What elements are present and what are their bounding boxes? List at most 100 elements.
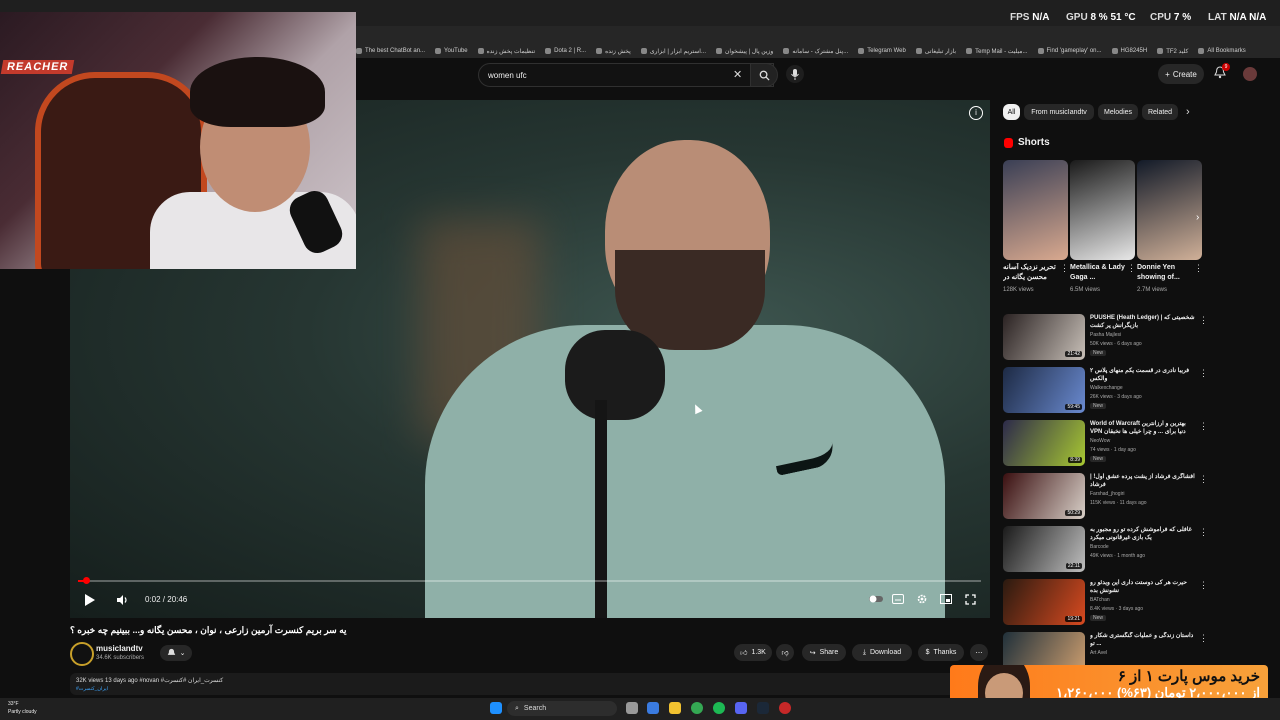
profile-avatar[interactable] [1243,67,1257,81]
progress-scrubber[interactable] [83,577,90,584]
video-hashtag[interactable]: #ایران_کنسرت [76,686,108,692]
video-thumbnail[interactable]: 59:45 [1003,367,1085,413]
steam-icon[interactable] [757,702,769,714]
recommended-video[interactable]: 19:21 حیرت هر کی دوستت داری این ویدئو رو … [1003,579,1208,629]
app-icon[interactable] [779,702,791,714]
short-title[interactable]: Metallica & Lady Gaga ... [1070,263,1125,283]
download-button[interactable]: ⤓ Download [852,644,912,661]
shorts-next-icon[interactable]: › [1196,212,1199,223]
more-options-icon[interactable]: ⋮ [1199,527,1208,538]
video-title-link[interactable]: غافلی که فراموشش کرده تو رو مجبور به یک … [1090,526,1195,542]
discord-icon[interactable] [735,702,747,714]
bookmark-item[interactable]: Dota 2 | R... [545,48,586,54]
bookmark-item[interactable]: وزین پال | پیشخوان [716,48,773,55]
short-thumbnail[interactable] [1003,160,1068,260]
bookmark-item[interactable]: تنظیمات پخش زنده [477,48,535,55]
video-title-link[interactable]: PUUSHE (Heath Ledger) | شخصیتی که بازیگر… [1090,314,1195,330]
notifications-button[interactable]: 9 [1214,63,1230,80]
spotify-icon[interactable] [713,702,725,714]
video-title-link[interactable]: فریبا نادری در قسمت یکم منهای پلاس ۲ وال… [1090,367,1195,383]
video-channel[interactable]: Barcode [1090,544,1109,550]
short-more-icon[interactable]: ⋮ [1194,263,1203,274]
store-icon[interactable] [647,702,659,714]
channel-avatar[interactable] [70,642,94,666]
video-title-link[interactable]: World of Warcraft بهترین و ارزانترین VPN… [1090,420,1195,436]
bookmark-item[interactable]: HG8245H [1111,48,1147,54]
create-button[interactable]: + Create [1158,64,1204,84]
more-options-icon[interactable]: ⋮ [1199,421,1208,432]
short-title[interactable]: تحریر نزدیک آسانه محسن یگانه در [1003,263,1058,283]
bookmark-item[interactable]: All Bookmarks [1198,48,1246,54]
video-thumbnail[interactable]: 8:39 [1003,420,1085,466]
recommended-video[interactable]: 22:11 غافلی که فراموشش کرده تو رو مجبور ب… [1003,526,1208,576]
like-button[interactable]: 👍︎ 1.3K [734,644,772,661]
bookmark-item[interactable]: بازار تبلیغاتی [915,48,956,55]
chrome-icon[interactable] [691,702,703,714]
recommended-video[interactable]: 59:45 فریبا نادری در قسمت یکم منهای پلاس … [1003,367,1208,417]
weather-widget[interactable]: 33°F Partly cloudy [8,700,37,716]
video-thumbnail[interactable]: 19:21 [1003,579,1085,625]
search-box[interactable]: ✕ [478,63,774,87]
taskbar-search[interactable]: ⌕ Search [507,701,617,716]
more-options-icon[interactable]: ⋮ [1199,633,1208,644]
file-explorer-icon[interactable] [669,702,681,714]
video-title-link[interactable]: داستان زندگی و عملیات گنگستری شکار و ...… [1090,632,1195,648]
bookmark-item[interactable]: YouTube [435,48,468,54]
video-channel[interactable]: Pasha Majlesi [1090,332,1121,338]
short-more-icon[interactable]: ⋮ [1060,263,1069,274]
video-thumbnail[interactable]: 50:29 [1003,473,1085,519]
captions-button[interactable] [891,592,905,606]
task-view-icon[interactable] [626,702,638,714]
bookmark-item[interactable]: پنل مشترک - سامانه... [783,48,848,55]
info-icon[interactable]: i [969,106,983,120]
more-options-icon[interactable]: ⋮ [1199,474,1208,485]
recommended-video[interactable]: 21:42 PUUSHE (Heath Ledger) | شخصیتی که ب… [1003,314,1208,364]
short-thumbnail[interactable] [1070,160,1135,260]
channel-name[interactable]: musicIandtv [96,644,143,653]
start-button-icon[interactable] [490,702,502,714]
short-title[interactable]: Donnie Yen showing of... [1137,263,1192,283]
video-channel[interactable]: Walkexchange [1090,385,1123,391]
play-button[interactable] [82,592,98,608]
recommended-video[interactable]: 50:29 افشاگری فرشاد از پشت پرده عشق اول! … [1003,473,1208,523]
video-title-link[interactable]: حیرت هر کی دوستت داری این ویدئو رو نشونش… [1090,579,1195,595]
settings-button[interactable] [915,592,929,606]
progress-bar[interactable] [78,580,981,582]
filter-chip[interactable]: From musicIandtv [1024,104,1094,120]
voice-search-button[interactable] [786,65,804,83]
filter-chip[interactable]: Related [1142,104,1178,120]
bookmark-item[interactable]: Find 'gameplay' on... [1037,48,1102,54]
short-thumbnail[interactable] [1137,160,1202,260]
more-options-icon[interactable]: ⋮ [1199,368,1208,379]
video-channel[interactable]: NeoWow [1090,438,1110,444]
bookmark-item[interactable]: پخش زنده [596,48,631,55]
video-channel[interactable]: BATchan [1090,597,1110,603]
share-button[interactable]: ↪ Share [802,644,846,661]
bookmark-item[interactable]: TF2 کلید [1157,48,1188,55]
search-button[interactable] [750,63,778,87]
chevron-right-icon[interactable]: › [1186,106,1190,118]
video-channel[interactable]: Farshad_jhogiri [1090,491,1124,497]
video-thumbnail[interactable]: 21:42 [1003,314,1085,360]
more-options-icon[interactable]: ⋮ [1199,580,1208,591]
clear-search-icon[interactable]: ✕ [733,68,742,81]
subscription-bell-button[interactable]: ⌄ [160,645,192,661]
dislike-button[interactable]: 👎︎ [776,644,794,661]
search-input[interactable] [479,69,720,81]
bookmark-item[interactable]: The best ChatBot an... [356,48,425,54]
video-channel[interactable]: Art Avel [1090,650,1107,656]
short-more-icon[interactable]: ⋮ [1127,263,1136,274]
autoplay-toggle[interactable] [869,592,883,606]
filter-chip[interactable]: All [1003,104,1020,120]
more-actions-button[interactable]: ⋯ [970,644,988,661]
filter-chip[interactable]: Melodies [1098,104,1138,120]
video-thumbnail[interactable]: 22:11 [1003,526,1085,572]
fullscreen-button[interactable] [963,592,977,606]
thanks-button[interactable]: $ Thanks [918,644,964,661]
recommended-video[interactable]: 8:39 World of Warcraft بهترین و ارزانترین… [1003,420,1208,470]
bookmark-item[interactable]: Temp Mail - میلیت... [966,48,1028,55]
volume-button[interactable] [114,592,130,608]
video-title-link[interactable]: افشاگری فرشاد از پشت پرده عشق اول! | فرش… [1090,473,1195,489]
bookmark-item[interactable]: Telegram Web [858,48,906,54]
miniplayer-button[interactable] [939,592,953,606]
